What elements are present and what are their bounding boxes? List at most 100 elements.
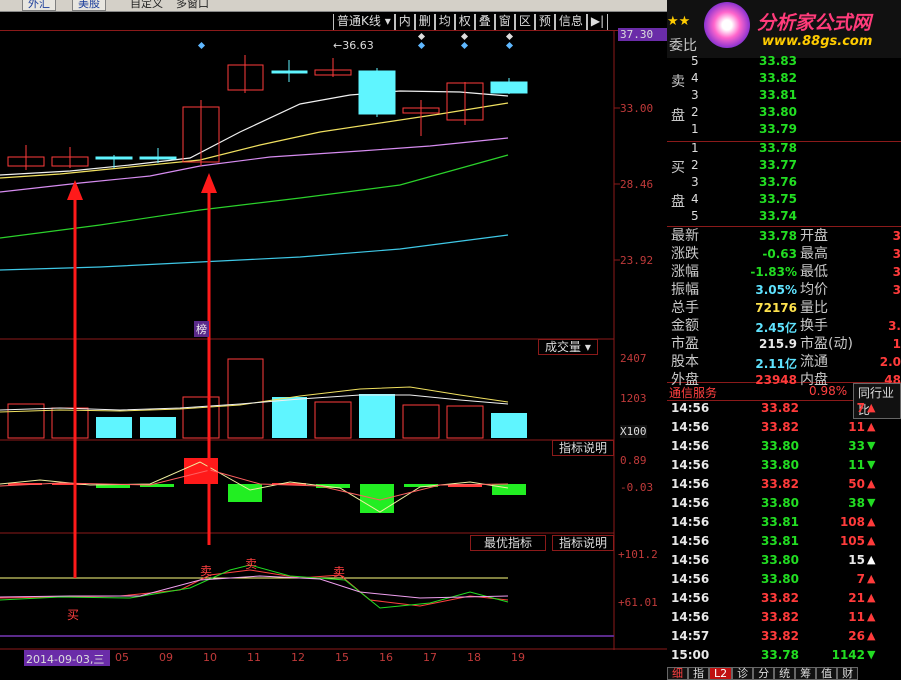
sell-price[interactable]: 33.82 — [737, 71, 797, 85]
buy-level: 4 — [691, 192, 699, 206]
quote-value: 3.05% — [755, 283, 797, 297]
sell-mark-1: 卖 — [200, 564, 213, 578]
tick-time: 15:00 — [671, 648, 710, 662]
quote-value: 3 — [892, 283, 901, 297]
tab-index[interactable]: 指 — [688, 667, 709, 680]
quote-key: 最新 — [671, 228, 699, 244]
quote-value: 2.0 — [879, 355, 901, 369]
date-tick: 18 — [467, 651, 481, 664]
tab-finance[interactable]: 财 — [837, 667, 859, 680]
tick-time: 14:56 — [671, 515, 710, 529]
quote-value: 3 — [892, 229, 901, 243]
down-arrow-icon: ▼ — [867, 648, 876, 661]
date-tick: 17 — [423, 651, 437, 664]
buy-side-label: 盘 — [671, 194, 685, 210]
buy-price[interactable]: 33.74 — [737, 209, 797, 223]
tab-value[interactable]: 值 — [816, 667, 838, 680]
tick-volume: 105 — [839, 534, 865, 548]
tick-volume: 7 — [856, 572, 865, 586]
tab-stats[interactable]: 统 — [774, 667, 796, 680]
price-label-2: 33.00 — [620, 102, 654, 115]
up-arrow-icon: ▲ — [867, 591, 876, 604]
sell-level: 3 — [691, 88, 699, 102]
buy-price[interactable]: 33.75 — [737, 192, 797, 206]
bang-label: 榜 — [194, 321, 209, 337]
date-tick: 11 — [247, 651, 261, 664]
buy-price[interactable]: 33.76 — [737, 175, 797, 189]
sell-side-label: 盘 — [671, 108, 685, 124]
tick-volume: 11 — [848, 610, 865, 624]
date-tick: 12 — [291, 651, 305, 664]
tick-volume: 11 — [848, 458, 865, 472]
quote-key: 市盈(动) — [800, 336, 853, 352]
quote-key: 流通 — [800, 354, 828, 370]
quote-key: 开盘 — [800, 228, 828, 244]
quote-value: 1 — [892, 337, 901, 351]
best-indicator-title[interactable]: 最优指标 — [470, 535, 546, 551]
price-label-3: 28.46 — [620, 178, 654, 191]
tick-time: 14:56 — [671, 439, 710, 453]
date-tick: 05 — [115, 651, 129, 664]
tick-time: 14:56 — [671, 534, 710, 548]
tick-volume: 33 — [848, 439, 865, 453]
tab-minute[interactable]: 分 — [753, 667, 775, 680]
tick-volume: 11 — [848, 420, 865, 434]
tick-price: 33.82 — [761, 477, 799, 491]
quote-value: 3. — [888, 319, 901, 333]
quote-key: 涨幅 — [671, 264, 699, 280]
tick-time: 14:56 — [671, 477, 710, 491]
volume-title[interactable]: 成交量 ▾ — [538, 339, 598, 355]
up-arrow-icon: ▲ — [867, 420, 876, 433]
tab-chips[interactable]: 筹 — [795, 667, 817, 680]
tick-time: 14:56 — [671, 420, 710, 434]
buy-price[interactable]: 33.78 — [737, 141, 797, 155]
down-arrow-icon: ▼ — [867, 458, 876, 471]
weibi-label: 委比 — [669, 38, 697, 54]
date-tick: 16 — [379, 651, 393, 664]
quote-key: 振幅 — [671, 282, 699, 298]
tick-price: 33.80 — [761, 496, 799, 510]
tick-price: 33.82 — [761, 610, 799, 624]
quote-key: 股本 — [671, 354, 699, 370]
buy-price[interactable]: 33.77 — [737, 158, 797, 172]
quote-key: 量比 — [800, 300, 828, 316]
tab-diagnose[interactable]: 诊 — [732, 667, 754, 680]
tick-time: 14:56 — [671, 496, 710, 510]
buy-level: 2 — [691, 158, 699, 172]
sell-price[interactable]: 33.80 — [737, 105, 797, 119]
tick-volume: 7 — [856, 401, 865, 415]
indicator-axis-2: -0.03 — [620, 481, 654, 494]
sell-level: 4 — [691, 71, 699, 85]
up-arrow-icon: ▲ — [867, 610, 876, 623]
tick-time: 14:56 — [671, 401, 710, 415]
tab-l2[interactable]: L2 — [709, 667, 733, 680]
high-price-note: ←36.63 — [333, 39, 374, 52]
tick-time: 14:56 — [671, 572, 710, 586]
quote-value: 33.78 — [759, 229, 797, 243]
tick-volume: 50 — [848, 477, 865, 491]
bottom-tabs: 细 指 L2 诊 分 统 筹 值 财 — [667, 667, 901, 680]
indicator-help-button[interactable]: 指标说明 — [552, 440, 615, 456]
quote-value: 3 — [892, 265, 901, 279]
quote-value: 3 — [892, 247, 901, 261]
tick-time: 14:57 — [671, 629, 710, 643]
tick-time: 14:56 — [671, 458, 710, 472]
best-indicator-help-button[interactable]: 指标说明 — [552, 535, 615, 551]
tick-price: 33.80 — [761, 458, 799, 472]
industry-pct: 0.98% — [809, 384, 848, 398]
quote-key: 最高 — [800, 246, 828, 262]
tab-detail[interactable]: 细 — [667, 667, 688, 680]
tick-time: 14:56 — [671, 553, 710, 567]
price-high-label: 37.30 — [618, 28, 667, 41]
sell-price[interactable]: 33.83 — [737, 54, 797, 68]
best-axis-2: +61.01 — [618, 596, 658, 609]
tick-price: 33.80 — [761, 553, 799, 567]
quote-value: 23948 — [755, 373, 797, 387]
quote-value: -0.63 — [762, 247, 797, 261]
sell-price[interactable]: 33.81 — [737, 88, 797, 102]
tick-price: 33.80 — [761, 572, 799, 586]
tick-volume: 15 — [848, 553, 865, 567]
up-arrow-icon: ▲ — [867, 401, 876, 414]
sell-side-label: 卖 — [671, 74, 685, 90]
sell-price[interactable]: 33.79 — [737, 122, 797, 136]
